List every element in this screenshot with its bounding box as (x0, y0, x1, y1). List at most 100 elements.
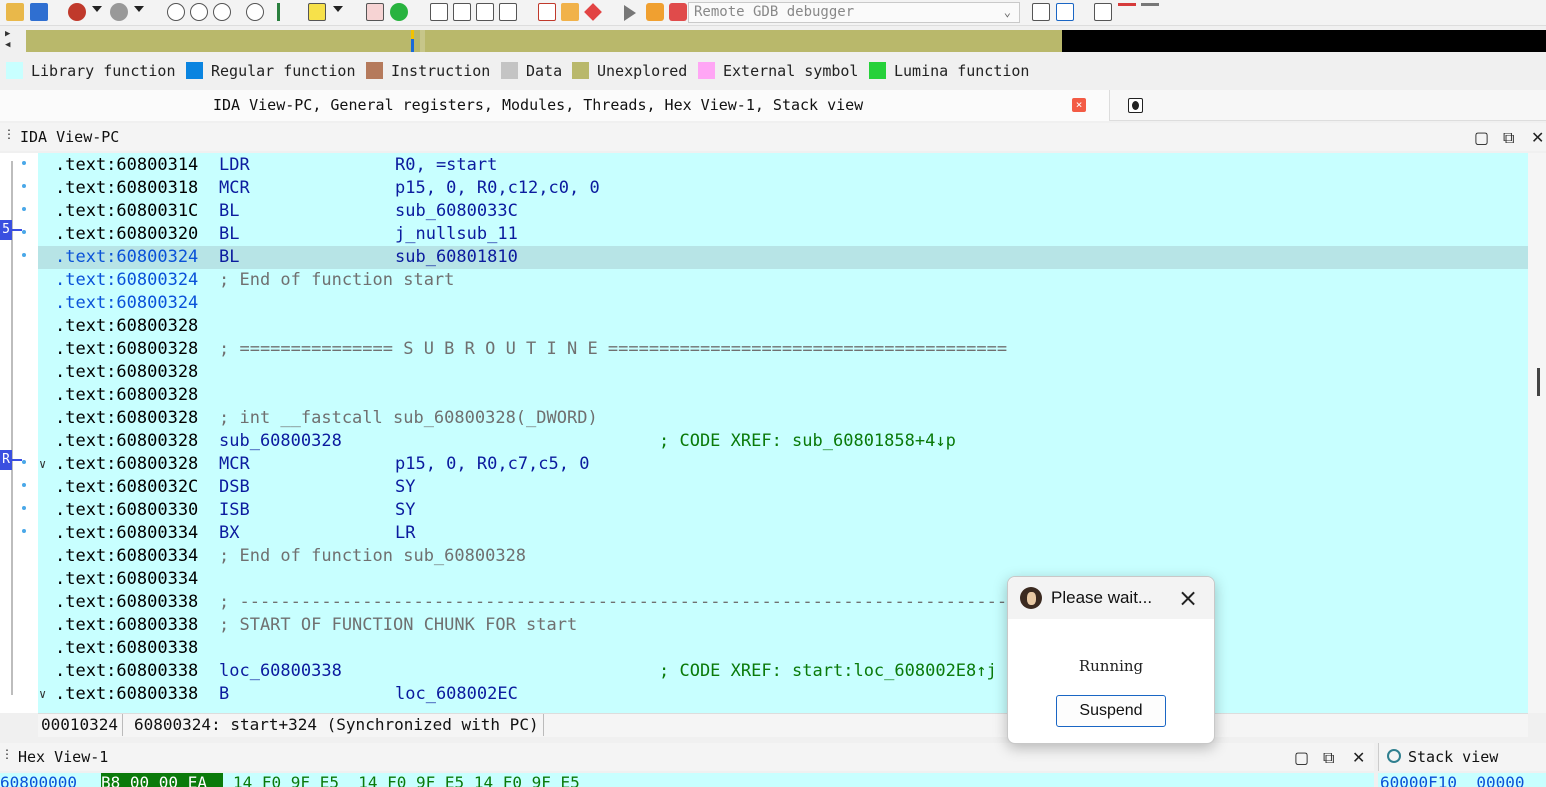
scrollbar-thumb[interactable] (1537, 368, 1540, 396)
disasm-line[interactable]: .text:60800324 BL sub_60801810 (38, 246, 1528, 269)
jump-icon[interactable] (246, 3, 264, 21)
disasm-line[interactable]: .text:60800328 sub_60800328 ; CODE XREF: s… (38, 430, 1528, 453)
gutter-marker-r[interactable]: R (0, 450, 12, 470)
disasm-operand[interactable]: sub_60801810 (395, 246, 518, 269)
stackview-content[interactable]: 60000F10 00000 (1378, 773, 1546, 787)
patch-icon[interactable] (561, 3, 579, 21)
stop-icon[interactable] (538, 3, 556, 21)
disasm-line[interactable]: .text:60800338 ; ------------------------… (38, 591, 1528, 614)
disasm-xref[interactable]: ; CODE XREF: start:loc_608002E8↑j (659, 660, 997, 683)
nav-back-icon[interactable] (167, 3, 185, 21)
disasm-line[interactable]: .text:60800328 (38, 361, 1528, 384)
panel-grip-icon[interactable]: ⋮ (3, 127, 15, 141)
disasm-operand[interactable]: SY (395, 499, 415, 522)
debug-stop-icon[interactable] (366, 3, 384, 21)
disasm-operand[interactable]: j_nullsub_11 (395, 223, 518, 246)
disasm-line[interactable]: .text:60800334 BX LR (38, 522, 1528, 545)
disasm-mnemonic[interactable]: BL (219, 246, 239, 269)
jump-to-icon[interactable] (277, 3, 295, 21)
names-icon[interactable] (453, 3, 471, 21)
dropdown-icon[interactable] (333, 6, 343, 24)
disasm-line[interactable]: .text:60800338 (38, 637, 1528, 660)
fold-icon[interactable]: ∨ (39, 453, 46, 476)
disasm-line[interactable]: .text:60800314 LDR R0, =start (38, 154, 1528, 177)
list-breakpoints-icon[interactable] (1118, 3, 1136, 21)
disasm-operand[interactable]: R0, =start (395, 154, 497, 177)
breakpoint-toggle-icon[interactable] (584, 3, 602, 21)
hexview-content[interactable]: 60800000 B8 00 00 EA 14 F0 9F E5 14 F0 9… (0, 773, 1374, 787)
disasm-line[interactable]: .text:60800318 MCR p15, 0, R0,c12,c0, 0 (38, 177, 1528, 200)
maximize-icon[interactable]: ▢ (1474, 128, 1489, 147)
disasm-xref[interactable]: ; CODE XREF: sub_60801858+4↓p (659, 430, 956, 453)
disasm-mnemonic[interactable]: ISB (219, 499, 250, 522)
disasm-line[interactable]: .text:60800338 loc_60800338 ; CODE XREF: s… (38, 660, 1528, 683)
gutter-marker-5[interactable]: 5 (0, 220, 12, 240)
disasm-operand[interactable]: loc_608002EC (395, 683, 518, 706)
disasm-mnemonic[interactable]: MCR (219, 177, 250, 200)
disasm-line[interactable]: .text:60800324 (38, 292, 1528, 315)
panel-grip-icon[interactable]: ⋮ (1, 747, 13, 761)
disasm-line[interactable]: .text:60800320 BL j_nullsub_11 (38, 223, 1528, 246)
pause-icon[interactable] (646, 3, 664, 21)
restore-icon[interactable]: ⧉ (1323, 748, 1334, 768)
disassembly-view[interactable]: .text:60800314 LDR R0, =start .text:6080031… (38, 153, 1528, 713)
disasm-line[interactable]: ∨ .text:60800328 MCR p15, 0, R0,c7,c5, 0 (38, 453, 1528, 476)
disasm-operand[interactable]: sub_6080033C (395, 200, 518, 223)
disasm-mnemonic[interactable]: loc_60800338 (219, 660, 342, 683)
vertical-scrollbar[interactable] (1528, 153, 1546, 713)
disasm-line[interactable]: .text:60800334 (38, 568, 1528, 591)
disasm-operand[interactable]: SY (395, 476, 415, 499)
close-icon[interactable]: ✕ (1531, 128, 1544, 147)
info-icon[interactable] (1128, 98, 1143, 113)
disasm-mnemonic[interactable]: sub_60800328 (219, 430, 342, 453)
disasm-mnemonic[interactable]: LDR (219, 154, 250, 177)
code-icon[interactable] (1032, 3, 1050, 21)
close-icon[interactable]: × (1072, 98, 1086, 112)
disasm-mnemonic[interactable]: MCR (219, 453, 250, 476)
disasm-operand[interactable]: p15, 0, R0,c12,c0, 0 (395, 177, 600, 200)
disasm-mnemonic[interactable]: BX (219, 522, 239, 545)
bug-icon[interactable] (110, 3, 128, 21)
disasm-mnemonic[interactable]: B (219, 683, 229, 706)
structures-icon[interactable] (499, 3, 517, 21)
disasm-line[interactable]: .text:60800338 ; START OF FUNCTION CHUNK … (38, 614, 1528, 637)
close-icon[interactable]: ✕ (1352, 748, 1365, 767)
disasm-line[interactable]: .text:60800328 ; int __fastcall sub_60800… (38, 407, 1528, 430)
disasm-line[interactable]: .text:60800334 ; End of function sub_6080… (38, 545, 1528, 568)
disasm-line[interactable]: .text:6080031C BL sub_6080033C (38, 200, 1528, 223)
nav-forward-icon[interactable] (190, 3, 208, 21)
save-icon[interactable] (30, 3, 48, 21)
open-icon[interactable] (6, 3, 24, 21)
maximize-icon[interactable]: ▢ (1294, 748, 1309, 767)
start-process-icon[interactable] (624, 5, 636, 21)
suspend-button[interactable]: Suspend (1056, 695, 1166, 727)
disasm-line[interactable]: ∨ .text:60800338 Bloc_608002EC (38, 683, 1528, 706)
disasm-line[interactable]: .text:60800328 (38, 315, 1528, 338)
functions-icon[interactable] (476, 3, 494, 21)
list-threads-icon[interactable] (1141, 3, 1159, 21)
disasm-line[interactable]: .text:6080032C DSB SY (38, 476, 1528, 499)
code-active-icon[interactable] (1056, 3, 1074, 21)
debug-go-icon[interactable] (390, 3, 408, 21)
disasm-mnemonic[interactable]: DSB (219, 476, 250, 499)
disasm-operand[interactable]: p15, 0, R0,c7,c5, 0 (395, 453, 589, 476)
disasm-line[interactable]: .text:60800328 (38, 384, 1528, 407)
dropdown-icon[interactable] (134, 6, 144, 24)
tab-debug-views[interactable]: IDA View-PC, General registers, Modules,… (0, 90, 1110, 121)
disasm-line[interactable]: .text:60800328 ; =============== S U B R … (38, 338, 1528, 361)
disasm-line[interactable]: .text:60800324 ; End of function start (38, 269, 1528, 292)
list-icon[interactable] (1094, 3, 1112, 21)
debugger-select[interactable]: Remote GDB debugger ⌄ (688, 2, 1020, 23)
nav-up-icon[interactable] (213, 3, 231, 21)
segments-icon[interactable] (430, 3, 448, 21)
close-icon[interactable]: × (1178, 583, 1198, 613)
navigation-band[interactable]: ▶ ◀ (0, 27, 1546, 54)
disasm-operand[interactable]: LR (395, 522, 415, 545)
disasm-mnemonic[interactable]: BL (219, 200, 239, 223)
dropdown-icon[interactable] (92, 6, 102, 24)
fold-icon[interactable]: ∨ (39, 683, 46, 706)
text-icon[interactable] (308, 3, 326, 21)
restore-icon[interactable]: ⧉ (1503, 128, 1514, 148)
terminate-icon[interactable] (669, 3, 687, 21)
disasm-mnemonic[interactable]: BL (219, 223, 239, 246)
